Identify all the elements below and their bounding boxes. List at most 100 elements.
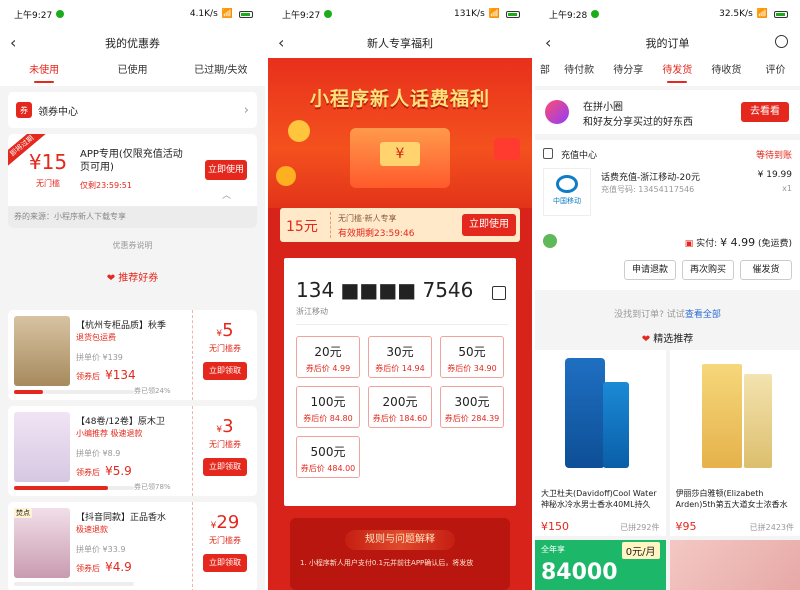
goods-coupon-cond: 无门槛券 [209, 440, 241, 449]
newcomer-coupon: 15元 无门槛·新人专享 有效期剩23:59:46 立即使用 [280, 208, 520, 242]
telecom-ad[interactable]: 全年享 84000 0元/月 [535, 540, 666, 590]
wechat-icon [324, 10, 333, 18]
battery-icon [239, 10, 253, 18]
tab-pending-receipt[interactable]: 待收货 [702, 58, 751, 86]
order-actions: 申请退款 再次购买 催发货 [624, 260, 792, 280]
goods-tag: 极速退款 [76, 525, 108, 534]
tab-pending-share[interactable]: 待分享 [604, 58, 653, 86]
claim-progress-track [14, 582, 134, 586]
coupon-explain-link[interactable]: 优惠券说明 [0, 240, 265, 251]
goods-after-label: 领券后 [76, 564, 100, 573]
price-option[interactable]: 30元 券后价 14.94 [368, 336, 432, 378]
use-now-button[interactable]: 立即使用 [462, 214, 516, 236]
order-title[interactable]: 话费充值-浙江移动-20元 [601, 170, 700, 183]
china-mobile-logo: 中国移动 [543, 168, 591, 216]
claim-now-button[interactable]: 立即领取 [203, 554, 247, 572]
tab-unused[interactable]: 未使用 [0, 58, 88, 86]
goods-after-price: ¥4.9 [105, 560, 132, 574]
goods-after-price: ¥5.9 [105, 464, 132, 478]
tab-expired[interactable]: 已过期/失效 [177, 58, 265, 86]
claim-progress-track [14, 486, 134, 490]
go-look-button[interactable]: 去看看 [741, 102, 789, 122]
claim-progress-fill [14, 486, 108, 490]
goods-coupon-value: 3 [222, 416, 234, 437]
page-title: 我的订单 [645, 37, 690, 50]
newcomer-welfare-screen: 上午9:27 131K/s 📶 ‹ 新人专享福利 小程序新人话费福利 ¥ 15元 … [268, 0, 532, 590]
price-option[interactable]: 100元 券后价 84.80 [296, 386, 360, 428]
urge-shipment-button[interactable]: 催发货 [740, 260, 792, 280]
coupons-screen: 上午9:27 4.1K/s 📶 ‹ 我的优惠券 未使用 已使用 已过期/失效 券 … [0, 0, 265, 590]
use-now-button[interactable]: 立即使用 [205, 160, 247, 180]
recharge-card: 134 ■■■■ 7546 浙江移动 20元 券后价 4.99 30元 券后价 14.… [282, 256, 518, 508]
goods-card[interactable]: 焚点 【抖音同款】正品香水 极速退款 拼单价 ¥33.9 领券后 ¥4.9 ¥29 无门槛券… [8, 502, 257, 590]
contacts-icon[interactable] [492, 286, 506, 300]
buy-again-button[interactable]: 再次购买 [682, 260, 734, 280]
page-title: 我的优惠券 [105, 37, 160, 50]
newcomer-coupon-cond: 无门槛·新人专享 [338, 214, 397, 223]
goods-card[interactable]: 【杭州专柜品质】秋季 退货包运费 拼单价 ¥139 领券后 ¥134 券已领24% ¥5 无… [8, 310, 257, 400]
refund-button[interactable]: 申请退款 [624, 260, 676, 280]
price-option[interactable]: 500元 券后价 484.00 [296, 436, 360, 478]
goods-coupon: ¥29 无门槛券立即领取 [192, 502, 257, 590]
yen-icon: ¥ [380, 142, 420, 166]
ad-left-label: 全年享 [541, 545, 565, 554]
perfume-bottle-blue [565, 358, 605, 468]
banner: 小程序新人话费福利 ¥ [268, 58, 532, 208]
tab-all[interactable]: 部 [535, 58, 555, 86]
price-option[interactable]: 20元 券后价 4.99 [296, 336, 360, 378]
rules-title[interactable]: 规则与问题解释 [345, 530, 455, 550]
product-price: ¥150 [541, 520, 569, 533]
claim-now-button[interactable]: 立即领取 [203, 362, 247, 380]
coupon-center-row[interactable]: 券 领券中心 › [8, 92, 257, 128]
price-after: 券后价 284.39 [444, 414, 500, 423]
promo-banner: 在拼小圈 和好友分享买过的好东西 去看看 [535, 90, 800, 134]
price-face: 100元 [310, 395, 346, 409]
price-option[interactable]: 200元 券后价 184.60 [368, 386, 432, 428]
goods-title: 【杭州专柜品质】秋季 [76, 321, 167, 331]
nav-bar: ‹ 我的订单 [535, 28, 800, 58]
claim-now-button[interactable]: 立即领取 [203, 458, 247, 476]
goods-coupon-cond: 无门槛券 [209, 536, 241, 545]
goods-orig-price: 拼单价 ¥8.9 [76, 449, 121, 458]
price-face: 20元 [314, 345, 342, 359]
tab-used[interactable]: 已使用 [88, 58, 176, 86]
goods-after-price: ¥134 [105, 368, 136, 382]
product-card-2[interactable]: 伊丽莎白雅顿(Elizabeth Arden)5th第五大道女士浓香水 ¥95 … [669, 350, 800, 536]
shop-name[interactable]: 充值中心 [561, 148, 597, 161]
back-icon[interactable]: ‹ [10, 33, 16, 52]
product-card-1[interactable]: 大卫杜夫(Davidoff)Cool Water神秘水冷水男士香水40ML持久 … [535, 350, 666, 536]
network-speed: 32.5K/s [719, 9, 753, 19]
status-time: 上午9:27 [282, 10, 321, 21]
search-icon[interactable] [775, 35, 788, 48]
tab-pending-payment[interactable]: 待付款 [555, 58, 604, 86]
status-bar: 上午9:27 131K/s 📶 [268, 0, 532, 28]
price-face: 300元 [454, 395, 490, 409]
recommend-header: ❤ 精选推荐 [535, 330, 800, 345]
coupon-card: 即将过期 ¥15 无门槛 APP专用(仅限充值活动页可用) 仅剩23:59:51… [8, 134, 257, 228]
goods-coupon-amount: ¥29 [193, 512, 257, 533]
orders-screen: 上午9:28 32.5K/s 📶 ‹ 我的订单 部 待付款 待分享 待发货 待收货… [535, 0, 800, 590]
coupon-divider [330, 212, 331, 238]
not-found-row: 没找到订单? 试试查看全部 [535, 302, 800, 328]
view-all-link[interactable]: 查看全部 [685, 310, 721, 320]
wechat-icon [56, 10, 65, 18]
tab-pending-shipment[interactable]: 待发货 [653, 58, 702, 86]
phone-number[interactable]: 134 ■■■■ 7546 [296, 278, 473, 302]
chevron-up-icon[interactable]: ︿ [222, 188, 231, 201]
status-bar: 上午9:27 4.1K/s 📶 [0, 0, 265, 28]
blanket-ad-image[interactable] [669, 540, 800, 590]
price-after: 券后价 14.94 [375, 364, 425, 373]
not-found-text: 没找到订单? 试试 [614, 310, 685, 320]
price-option[interactable]: 300元券后价 284.39 [440, 386, 504, 428]
wechat-icon [591, 10, 600, 18]
back-icon[interactable]: ‹ [278, 33, 284, 52]
goods-card[interactable]: 【48卷/12卷】原木卫 小编推荐 极速退款 拼单价 ¥8.9 领券后 ¥5.9 券已领… [8, 406, 257, 496]
tab-review[interactable]: 评价 [751, 58, 800, 86]
back-icon[interactable]: ‹ [545, 33, 551, 52]
order-card: 充值中心 等待到账 中国移动 话费充值-浙江移动-20元 充值号码: 13454… [535, 140, 800, 290]
price-option[interactable]: 50元 券后价 34.90 [440, 336, 504, 378]
status-time: 上午9:28 [549, 10, 588, 21]
ad-big-number: 84000 [541, 560, 618, 585]
banner-title: 小程序新人话费福利 [309, 88, 490, 110]
screenshot-collage: 上午9:27 4.1K/s 📶 ‹ 我的优惠券 未使用 已使用 已过期/失效 券 … [0, 0, 800, 590]
